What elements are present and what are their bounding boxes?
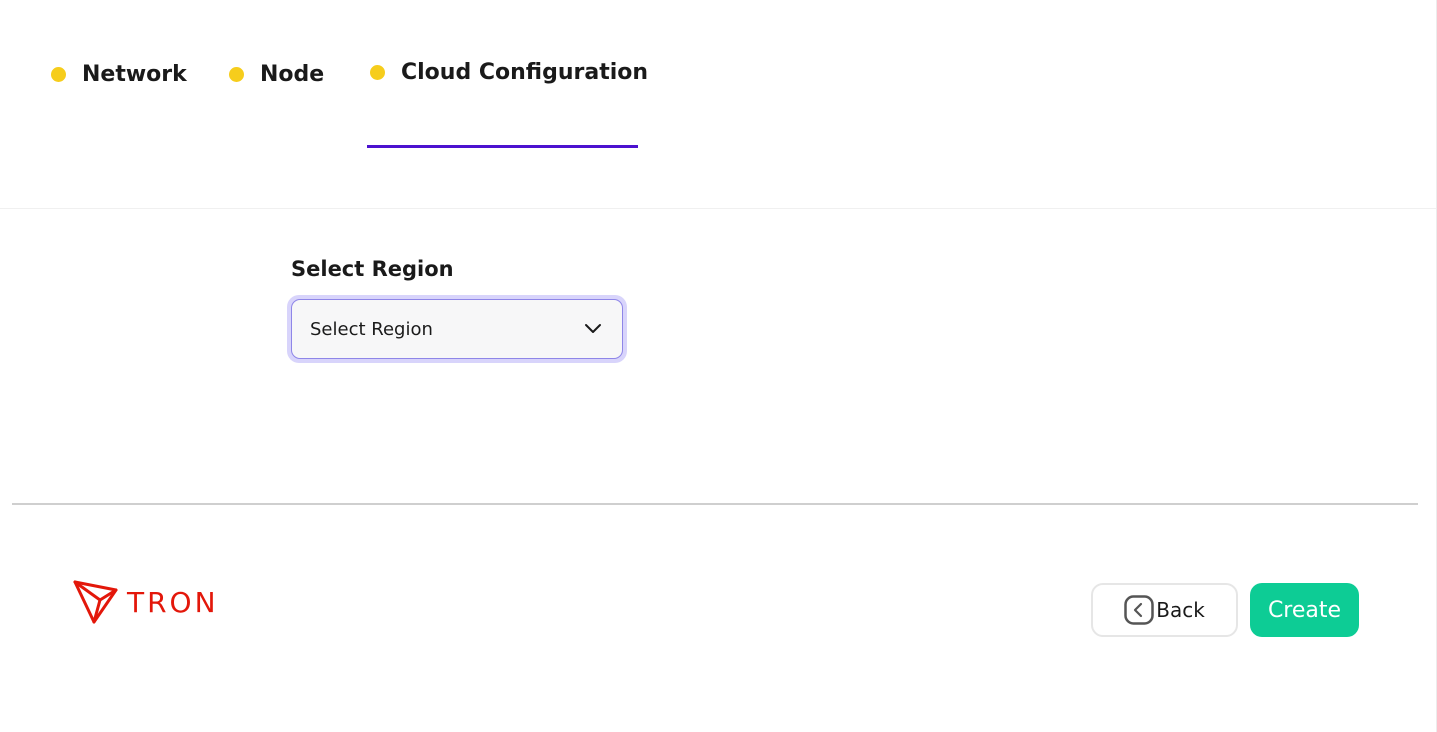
footer-divider [12,503,1418,505]
chevron-down-icon [585,324,601,333]
active-tab-underline [367,145,638,148]
create-button-label: Create [1267,597,1342,623]
tab-network[interactable]: Network [51,62,187,87]
tab-node-label: Node [260,62,325,87]
network-dot-icon [51,67,66,82]
node-dot-icon [229,67,244,82]
tab-cloud-configuration-label: Cloud Configuration [401,60,649,85]
tron-logo-text: TRON [127,585,219,619]
cloud-configuration-page: Network Node Cloud Configuration Select … [0,0,1437,732]
back-button-label: Back [1156,598,1205,622]
tron-logo: TRON [73,579,219,625]
steps-nav: Network Node Cloud Configuration [0,0,1437,209]
tab-cloud-configuration[interactable]: Cloud Configuration [370,60,648,85]
tab-node[interactable]: Node [229,62,324,87]
tab-network-label: Network [82,62,187,87]
back-button[interactable]: Back [1091,583,1238,637]
region-select[interactable]: Select Region [287,295,627,363]
create-button[interactable]: Create [1250,583,1359,637]
region-field-label: Select Region [291,257,454,281]
region-select-box[interactable]: Select Region [291,299,623,359]
tron-logo-icon [73,580,118,624]
cloud-configuration-dot-icon [370,65,385,80]
region-select-value: Select Region [310,318,433,340]
chevron-left-icon [1124,595,1154,625]
